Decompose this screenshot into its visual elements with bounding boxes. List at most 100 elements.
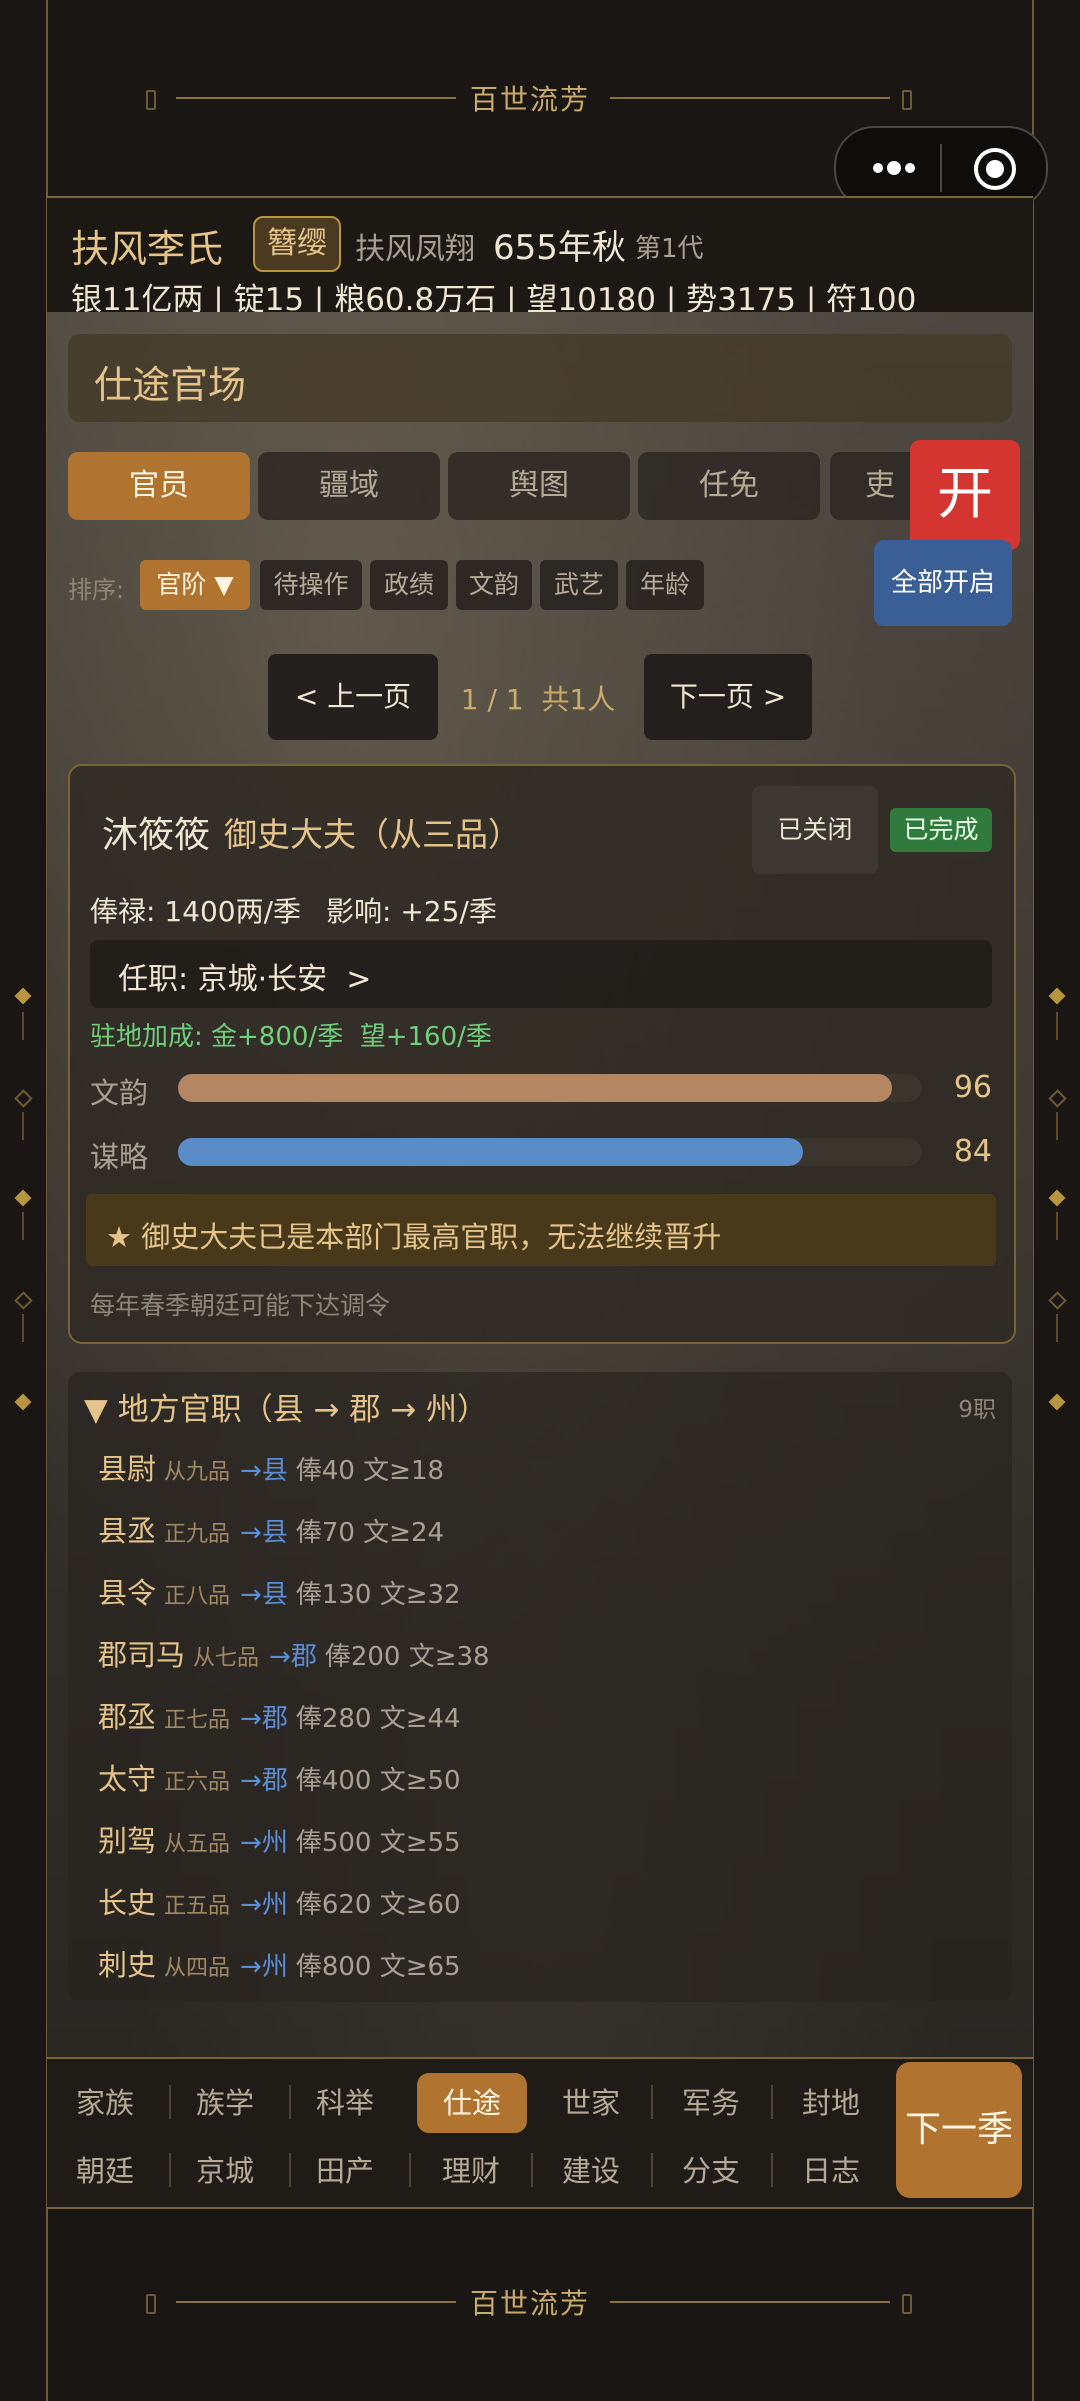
nav-log[interactable]: 日志 — [773, 2141, 889, 2201]
left-ornament-dash — [22, 1012, 24, 1040]
rank-name: 县丞 — [98, 1514, 157, 1548]
nav-career[interactable]: 仕途 — [417, 2073, 527, 2133]
rank-name: 别驾 — [98, 1824, 157, 1858]
app-title-banner: 百世流芳 — [140, 78, 920, 118]
rank-requirement: 俸400 文≥50 — [295, 1766, 461, 1796]
right-ornament-diamond — [1048, 1189, 1066, 1207]
family-badge: 簪缨 — [253, 216, 341, 272]
sort-performance[interactable]: 政绩 — [370, 560, 448, 610]
attr-value-strategy: 84 — [953, 1134, 992, 1169]
game-year: 655年秋 — [493, 228, 626, 268]
sort-martial[interactable]: 武艺 — [540, 560, 618, 610]
rank-row: 县令 正八品 →县 俸130 文≥32 — [98, 1568, 461, 1618]
ranks-section-toggle[interactable]: ▼ 地方官职（县 → 郡 → 州） — [84, 1384, 488, 1429]
nav-capital[interactable]: 京城 — [167, 2141, 283, 2201]
nav-fief[interactable]: 封地 — [773, 2073, 889, 2133]
rank-grade: 从九品 — [164, 1460, 231, 1485]
tab-officials[interactable]: 官员 — [68, 452, 250, 520]
rank-row: 郡丞 正七品 →郡 俸280 文≥44 — [98, 1692, 461, 1742]
rank-grade: 正七品 — [164, 1708, 231, 1733]
nav-finance[interactable]: 理财 — [413, 2141, 529, 2201]
rank-name: 郡司马 — [98, 1638, 186, 1672]
title-cap-right — [902, 90, 912, 110]
tab-territory[interactable]: 疆域 — [258, 452, 440, 520]
status-badge: 已完成 — [890, 808, 992, 852]
post-selector[interactable]: 任职: 京城·长安 > — [90, 940, 992, 1008]
rank-grade: 从五品 — [164, 1832, 231, 1857]
rank-name: 县令 — [98, 1576, 157, 1610]
open-button[interactable]: 开 — [910, 440, 1020, 550]
family-name: 扶风李氏 — [71, 227, 224, 271]
rank-target: →县 — [240, 1456, 288, 1486]
nav-military[interactable]: 军务 — [653, 2073, 769, 2133]
rank-requirement: 俸500 文≥55 — [295, 1828, 461, 1858]
left-ornament-diamond — [14, 1189, 32, 1207]
local-ranks-panel: ▼ 地方官职（县 → 郡 → 州） 9职 县尉 从九品 →县 俸40 文≥18 县丞正… — [68, 1372, 1012, 2002]
rank-grade: 正九品 — [164, 1522, 231, 1547]
official-influence: 影响: +25/季 — [326, 895, 497, 928]
rank-requirement: 俸70 文≥24 — [295, 1518, 445, 1548]
left-ornament-diamond — [14, 1089, 33, 1108]
more-menu-icon[interactable] — [864, 148, 924, 188]
closed-toggle[interactable]: 已关闭 — [752, 786, 878, 874]
rank-requirement: 俸800 文≥65 — [295, 1952, 461, 1982]
rank-row: 长史 正五品 →州 俸620 文≥60 — [98, 1878, 461, 1928]
right-ornament-dash — [1056, 1314, 1058, 1342]
rank-requirement: 俸200 文≥38 — [324, 1642, 490, 1672]
rank-name: 刺史 — [98, 1948, 157, 1982]
nav-branches[interactable]: 分支 — [653, 2141, 769, 2201]
left-ornament-diamond — [14, 1393, 32, 1411]
rank-row: 县尉 从九品 →县 俸40 文≥18 — [98, 1444, 444, 1494]
rank-target: →州 — [240, 1828, 288, 1858]
sort-pending[interactable]: 待操作 — [260, 560, 362, 610]
sort-literacy[interactable]: 文韵 — [456, 560, 532, 610]
rank-target: →郡 — [240, 1766, 288, 1796]
nav-construction[interactable]: 建设 — [533, 2141, 649, 2201]
official-card: 沐筱筱 御史大夫（从三品） 已关闭 已完成 俸禄: 1400两/季 影响: +2… — [68, 764, 1016, 1344]
nav-academy[interactable]: 族学 — [167, 2073, 283, 2133]
tab-map[interactable]: 舆图 — [448, 452, 630, 520]
right-ornament-diamond — [1048, 1089, 1067, 1108]
next-season-button[interactable]: 下一季 — [896, 2062, 1022, 2198]
rank-grade: 从四品 — [164, 1956, 231, 1981]
nav-clans[interactable]: 世家 — [533, 2073, 649, 2133]
attr-value-literacy: 96 — [953, 1070, 992, 1105]
rank-target: →州 — [240, 1952, 288, 1982]
official-name: 沐筱筱 — [102, 815, 211, 856]
ranks-count: 9职 — [958, 1397, 996, 1423]
nav-separator — [409, 2153, 411, 2187]
rank-target: →县 — [240, 1518, 288, 1548]
nav-family[interactable]: 家族 — [47, 2073, 163, 2133]
bottom-nav: 家族 族学 科举 仕途 世家 军务 封地 朝廷 京城 田产 理财 建设 分支 日… — [47, 2057, 1033, 2209]
nav-court[interactable]: 朝廷 — [47, 2141, 163, 2201]
next-page-button[interactable]: 下一页 > — [644, 654, 812, 740]
family-header: 扶风李氏 簪缨 扶风凤翔 655年秋 第1代 银11亿两 | 锭15 | 粮60… — [47, 196, 1033, 318]
prev-page-button[interactable]: < 上一页 — [268, 654, 438, 740]
sort-rank[interactable]: 官阶 ▼ — [140, 560, 250, 610]
nav-estate[interactable]: 田产 — [287, 2141, 403, 2201]
official-title: 御史大夫（从三品） — [224, 815, 521, 854]
tab-appointments[interactable]: 任免 — [638, 452, 820, 520]
sort-age[interactable]: 年龄 — [626, 560, 704, 610]
page-info: 1 / 1 共1人 — [460, 683, 616, 716]
close-miniprogram-icon[interactable] — [970, 144, 1020, 194]
strategy-bar-fill — [178, 1138, 803, 1166]
left-ornament-dash — [22, 1314, 24, 1342]
section-title: 仕途官场 — [94, 363, 247, 407]
nav-exam[interactable]: 科举 — [287, 2073, 403, 2133]
attr-label-literacy: 文韵 — [90, 1076, 149, 1110]
strategy-bar — [178, 1138, 922, 1166]
open-all-button[interactable]: 全部开启 — [874, 540, 1012, 626]
rank-target: →郡 — [240, 1704, 288, 1734]
promotion-notice: ★ 御史大夫已是本部门最高官职，无法继续晋升 — [86, 1194, 996, 1266]
promotion-notice-text: ★ 御史大夫已是本部门最高官职，无法继续晋升 — [106, 1220, 722, 1254]
rank-row: 太守 正六品 →郡 俸400 文≥50 — [98, 1754, 461, 1804]
capsule-divider — [940, 144, 942, 192]
rank-grade: 正五品 — [164, 1894, 231, 1919]
rank-grade: 从七品 — [193, 1646, 260, 1671]
sort-label: 排序: — [68, 576, 125, 604]
left-ornament-diamond — [14, 987, 32, 1005]
right-ornament-diamond — [1048, 987, 1066, 1005]
rank-requirement: 俸40 文≥18 — [295, 1456, 445, 1486]
left-ornament-dash — [22, 1112, 24, 1140]
